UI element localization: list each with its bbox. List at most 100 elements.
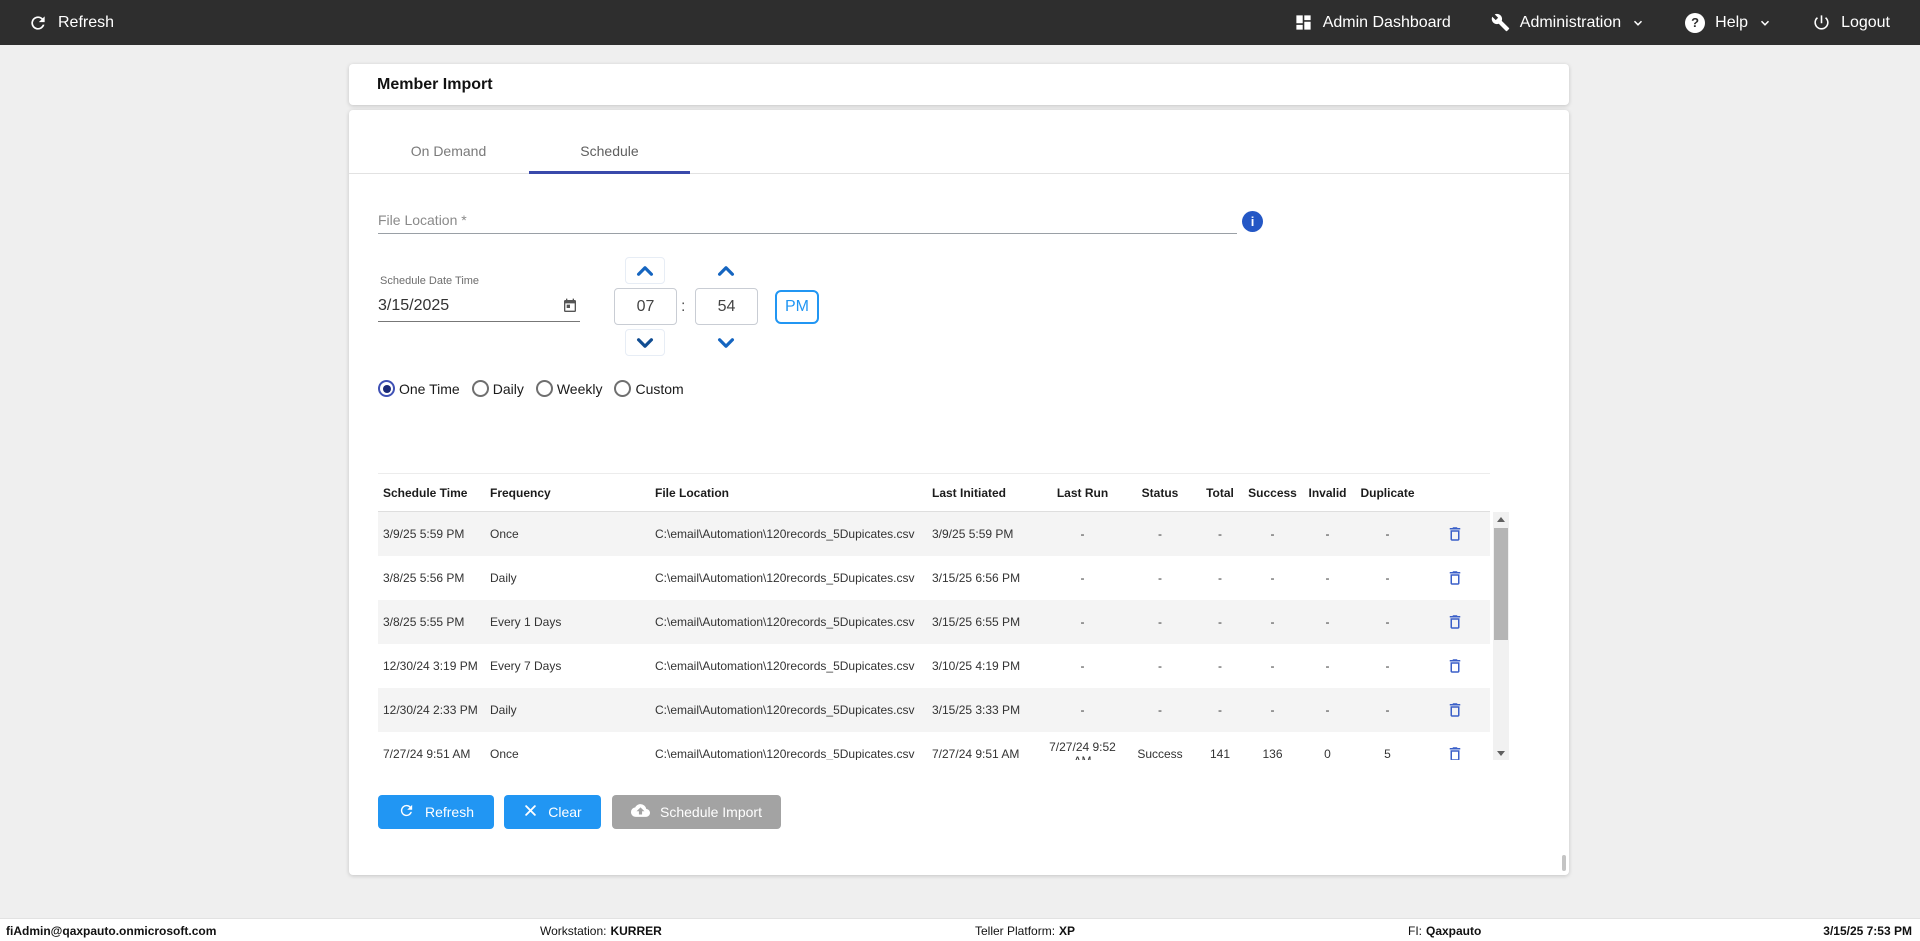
cell-last-initiated: 7/27/24 9:51 AM <box>932 747 1040 760</box>
delete-icon[interactable] <box>1446 701 1464 719</box>
table-scrollbar[interactable] <box>1493 512 1509 760</box>
delete-icon[interactable] <box>1446 613 1464 631</box>
cell-file-location: C:\email\Automation\120records_5Dupicate… <box>655 659 932 673</box>
chevron-up-icon <box>716 263 736 279</box>
chevron-down-icon <box>1758 16 1772 30</box>
cell-invalid: - <box>1300 615 1355 629</box>
cell-duplicate: - <box>1355 527 1420 541</box>
column-header: Duplicate <box>1355 486 1420 500</box>
cell-schedule-time: 7/27/24 9:51 AM <box>378 747 490 760</box>
cell-schedule-time: 12/30/24 2:33 PM <box>378 703 490 717</box>
schedule-import-button[interactable]: Schedule Import <box>612 795 781 829</box>
hour-input[interactable]: 07 <box>614 288 677 325</box>
minute-down-button[interactable] <box>706 329 746 356</box>
cell-status: - <box>1125 659 1195 673</box>
cell-frequency: Daily <box>490 703 655 717</box>
hour-down-button[interactable] <box>625 329 665 356</box>
cell-total: - <box>1195 527 1245 541</box>
column-header: Status <box>1125 486 1195 500</box>
scrollbar-up-arrow[interactable] <box>1493 512 1509 526</box>
radio-icon <box>614 380 631 397</box>
cell-file-location: C:\email\Automation\120records_5Dupicate… <box>655 527 932 541</box>
card-scrollbar-thumb[interactable] <box>1562 855 1566 871</box>
scrollbar-thumb[interactable] <box>1494 528 1508 640</box>
cell-invalid: - <box>1300 571 1355 585</box>
cell-success: - <box>1245 571 1300 585</box>
cell-invalid: 0 <box>1300 747 1355 760</box>
topbar-refresh-button[interactable]: Refresh <box>28 13 114 33</box>
power-icon <box>1812 13 1831 32</box>
table-row: 12/30/24 2:33 PM Daily C:\email\Automati… <box>378 688 1490 732</box>
radio-custom[interactable]: Custom <box>614 380 683 397</box>
cell-success: - <box>1245 527 1300 541</box>
cell-total: - <box>1195 571 1245 585</box>
column-header: Frequency <box>490 486 655 500</box>
cell-schedule-time: 3/9/25 5:59 PM <box>378 527 490 541</box>
wrench-icon <box>1491 13 1510 32</box>
radio-icon <box>378 380 395 397</box>
cell-total: 141 <box>1195 747 1245 760</box>
logout-label: Logout <box>1841 14 1890 32</box>
screen: Refresh Admin Dashboard Administration ? <box>0 0 1920 941</box>
schedule-import-button-label: Schedule Import <box>660 804 762 820</box>
tab-schedule[interactable]: Schedule <box>529 109 690 173</box>
cell-schedule-time: 12/30/24 3:19 PM <box>378 659 490 673</box>
date-input[interactable] <box>378 291 548 321</box>
tab-on-demand[interactable]: On Demand <box>368 109 529 173</box>
date-field <box>378 291 580 322</box>
cell-frequency: Daily <box>490 571 655 585</box>
cell-frequency: Every 7 Days <box>490 659 655 673</box>
radio-daily[interactable]: Daily <box>472 380 524 397</box>
chevron-down-icon <box>716 335 736 351</box>
frequency-radio-group: One Time Daily Weekly Custom <box>378 380 684 397</box>
column-header: Total <box>1195 486 1245 500</box>
admin-dashboard-nav[interactable]: Admin Dashboard <box>1294 13 1451 32</box>
cloud-upload-icon <box>631 801 650 823</box>
cell-last-initiated: 3/15/25 6:55 PM <box>932 615 1040 629</box>
radio-icon <box>472 380 489 397</box>
refresh-button[interactable]: Refresh <box>378 795 494 829</box>
cell-duplicate: - <box>1355 659 1420 673</box>
table-row: 3/8/25 5:55 PM Every 1 Days C:\email\Aut… <box>378 600 1490 644</box>
cell-last-initiated: 3/10/25 4:19 PM <box>932 659 1040 673</box>
file-location-field <box>378 206 1237 234</box>
topbar-refresh-label: Refresh <box>58 14 114 32</box>
cell-last-run: - <box>1040 703 1125 717</box>
close-icon <box>523 803 538 821</box>
table-row: 12/30/24 3:19 PM Every 7 Days C:\email\A… <box>378 644 1490 688</box>
cell-file-location: C:\email\Automation\120records_5Dupicate… <box>655 615 932 629</box>
hour-up-button[interactable] <box>625 257 665 284</box>
scrollbar-down-arrow[interactable] <box>1493 746 1509 760</box>
column-header: Invalid <box>1300 486 1355 500</box>
refresh-icon <box>398 802 415 822</box>
cell-duplicate: - <box>1355 703 1420 717</box>
cell-invalid: - <box>1300 659 1355 673</box>
help-menu[interactable]: ? Help <box>1685 13 1772 33</box>
administration-label: Administration <box>1520 14 1621 32</box>
info-icon[interactable]: i <box>1242 211 1263 232</box>
am-pm-toggle[interactable]: PM <box>775 290 819 324</box>
delete-icon[interactable] <box>1446 525 1464 543</box>
member-import-card: On Demand Schedule i Schedule Date Time … <box>349 110 1569 875</box>
column-header: Last Run <box>1040 486 1125 500</box>
cell-file-location: C:\email\Automation\120records_5Dupicate… <box>655 571 932 585</box>
help-icon: ? <box>1685 13 1705 33</box>
cell-success: 136 <box>1245 747 1300 760</box>
top-navbar: Refresh Admin Dashboard Administration ? <box>0 0 1920 45</box>
delete-icon[interactable] <box>1446 569 1464 587</box>
calendar-icon[interactable] <box>562 298 578 319</box>
minute-up-button[interactable] <box>706 257 746 284</box>
clear-button[interactable]: Clear <box>504 795 601 829</box>
minute-input[interactable]: 54 <box>695 288 758 325</box>
administration-menu[interactable]: Administration <box>1491 13 1645 32</box>
delete-icon[interactable] <box>1446 745 1464 760</box>
radio-one-time[interactable]: One Time <box>378 380 460 397</box>
delete-icon[interactable] <box>1446 657 1464 675</box>
clear-button-label: Clear <box>548 804 581 820</box>
radio-weekly[interactable]: Weekly <box>536 380 603 397</box>
cell-duplicate: 5 <box>1355 747 1420 760</box>
cell-invalid: - <box>1300 527 1355 541</box>
logout-button[interactable]: Logout <box>1812 13 1890 32</box>
cell-last-run: - <box>1040 571 1125 585</box>
file-location-input[interactable] <box>378 206 1237 233</box>
